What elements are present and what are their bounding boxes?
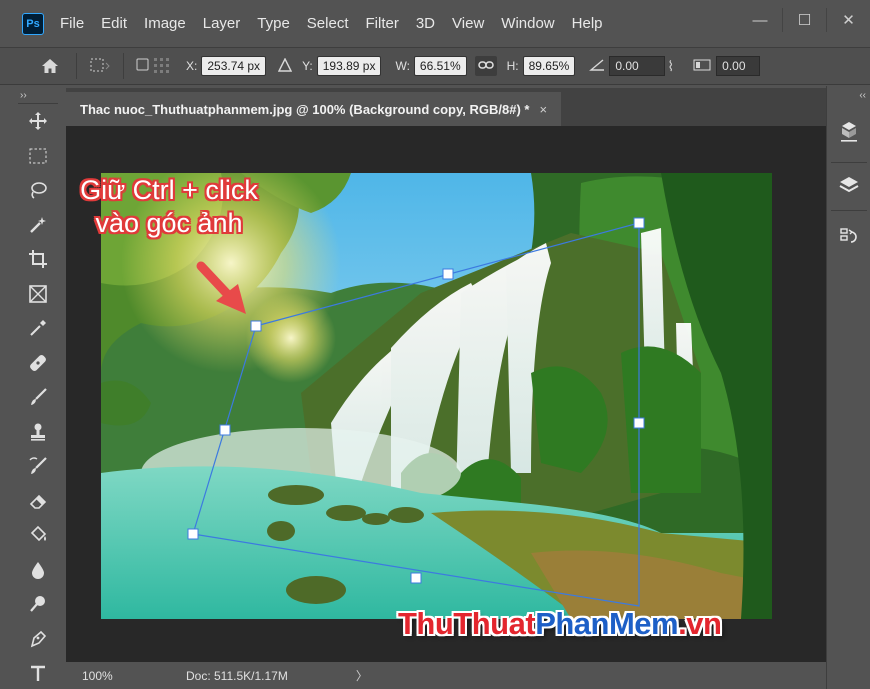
menu-view[interactable]: View [452, 15, 484, 32]
menu-3d[interactable]: 3D [416, 15, 435, 32]
watermark-part-2: PhanMem [535, 606, 679, 641]
menu-filter[interactable]: Filter [366, 15, 399, 32]
pen-tool-icon[interactable] [18, 622, 58, 657]
expand-toolbar-icon[interactable]: ›› [20, 90, 27, 101]
panel-divider [831, 162, 867, 163]
divider [123, 53, 124, 79]
annotation-line-2: vào góc ảnh [95, 208, 243, 238]
menu-edit[interactable]: Edit [101, 15, 127, 32]
minimize-button[interactable]: — [738, 8, 782, 32]
layers-panel-icon[interactable] [827, 174, 870, 196]
menu-layer[interactable]: Layer [203, 15, 241, 32]
libraries-icon[interactable] [827, 120, 870, 142]
window-controls: — ☐ ✕ [738, 8, 870, 32]
transform-handle-right-middle [633, 417, 645, 429]
right-panel-strip: ‹‹ [826, 86, 870, 689]
transform-handle-bottom-left [187, 528, 199, 540]
reference-checkbox-icon[interactable] [136, 56, 176, 77]
blur-tool-icon[interactable] [18, 553, 58, 588]
reference-point-icon[interactable] [89, 57, 111, 76]
document-size: Doc: 511.5K/1.17M [186, 668, 288, 683]
marquee-tool-icon[interactable] [18, 139, 58, 174]
menu-bar: Ps File Edit Image Layer Type Select Fil… [0, 0, 870, 47]
toolbar [18, 103, 58, 689]
transform-handle-top-right [633, 217, 645, 229]
watermark: ThuThuatPhanMem.vn [398, 606, 722, 642]
collapse-panels-icon[interactable]: ‹‹ [859, 90, 866, 101]
watermark-part-3: .vn [678, 606, 722, 641]
pointer-arrow-icon [196, 261, 246, 314]
document-tab-title: Thac nuoc_Thuthuatphanmem.jpg @ 100% (Ba… [80, 101, 530, 117]
transform-handle-left-middle [219, 424, 231, 436]
status-menu-arrow-icon[interactable]: 〉 [356, 667, 368, 684]
instruction-annotation: Giữ Ctrl + click vào góc ảnh [54, 174, 284, 240]
eyedropper-tool-icon[interactable] [18, 311, 58, 346]
menu-window[interactable]: Window [501, 15, 554, 32]
document-tab[interactable]: Thac nuoc_Thuthuatphanmem.jpg @ 100% (Ba… [66, 92, 562, 126]
menu-help[interactable]: Help [572, 15, 603, 32]
eraser-tool-icon[interactable] [18, 484, 58, 519]
lasso-tool-icon[interactable] [18, 173, 58, 208]
photoshop-logo: Ps [22, 12, 44, 35]
y-label: Y: [302, 59, 313, 73]
angle-field[interactable]: 0.00 [609, 56, 666, 76]
dodge-tool-icon[interactable] [18, 587, 58, 622]
height-field[interactable]: 89.65% [522, 56, 576, 76]
healing-brush-tool-icon[interactable] [18, 346, 58, 381]
delta-icon[interactable] [277, 56, 293, 75]
annotation-line-1: Giữ Ctrl + click [80, 175, 258, 205]
crop-tool-icon[interactable] [18, 242, 58, 277]
status-bar: 100% Doc: 511.5K/1.17M 〉 [66, 662, 826, 689]
zoom-level[interactable]: 100% [66, 669, 138, 683]
link-icon[interactable] [474, 56, 497, 76]
transform-handle-top-left [250, 320, 262, 332]
divider [76, 53, 77, 79]
history-brush-tool-icon[interactable] [18, 449, 58, 484]
menu-items: File Edit Image Layer Type Select Filter… [60, 15, 620, 32]
x-position-field[interactable]: 253.74 px [201, 56, 267, 76]
menu-select[interactable]: Select [307, 15, 349, 32]
w-label: W: [395, 59, 410, 73]
menu-file[interactable]: File [60, 15, 84, 32]
menu-image[interactable]: Image [144, 15, 186, 32]
type-tool-icon[interactable] [18, 656, 58, 689]
paint-bucket-tool-icon[interactable] [18, 518, 58, 553]
move-tool-icon[interactable] [18, 104, 58, 139]
close-button[interactable]: ✕ [826, 8, 870, 32]
quick-selection-tool-icon[interactable] [18, 208, 58, 243]
brush-tool-icon[interactable] [18, 380, 58, 415]
skew-icon [692, 58, 712, 75]
angle-icon [589, 58, 605, 75]
clone-stamp-tool-icon[interactable] [18, 415, 58, 450]
watermark-part-1: ThuThuat [398, 606, 536, 641]
transform-handle-top-middle [442, 268, 454, 280]
options-bar: X: 253.74 px Y: 193.89 px W: 66.51% H: 8… [0, 47, 870, 85]
transform-handle-bottom-middle [410, 572, 422, 584]
x-label: X: [186, 59, 198, 73]
h-label: H: [506, 59, 519, 73]
skew-field[interactable]: 0.00 [716, 56, 761, 76]
panel-divider [831, 210, 867, 211]
history-panel-icon[interactable] [827, 226, 870, 248]
menu-type[interactable]: Type [257, 15, 290, 32]
curve-icon: ⌇ [667, 57, 675, 74]
close-tab-icon[interactable]: × [539, 102, 547, 117]
frame-tool-icon[interactable] [18, 277, 58, 312]
home-icon[interactable] [32, 58, 68, 74]
y-position-field[interactable]: 193.89 px [316, 56, 382, 76]
document-tab-bar: Thac nuoc_Thuthuatphanmem.jpg @ 100% (Ba… [66, 88, 826, 126]
width-field[interactable]: 66.51% [413, 56, 467, 76]
restore-button[interactable]: ☐ [782, 8, 826, 32]
